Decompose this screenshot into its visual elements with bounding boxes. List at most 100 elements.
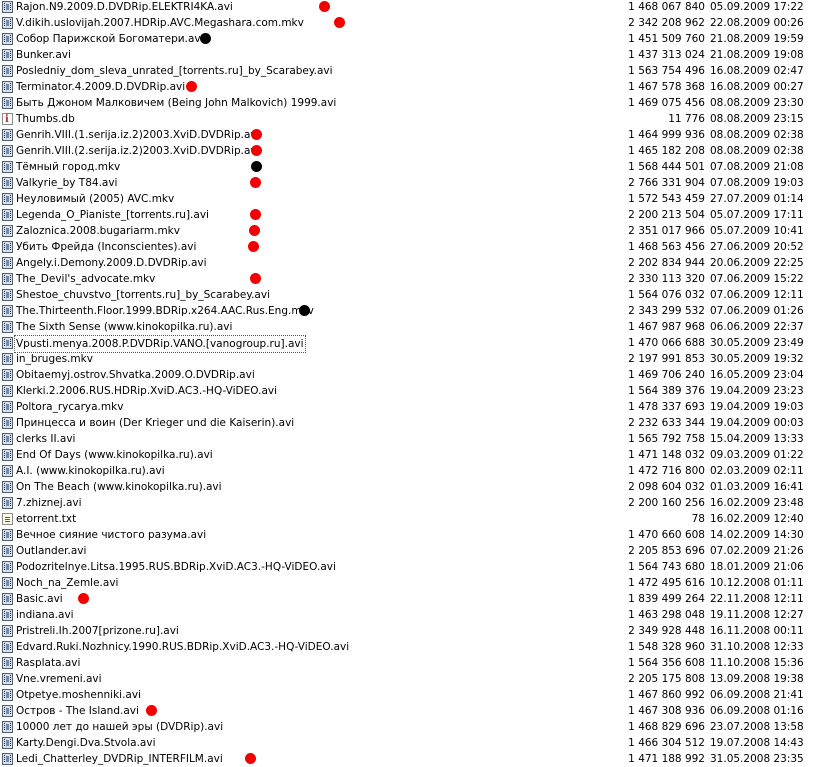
video-file-icon bbox=[2, 609, 13, 621]
file-row[interactable]: Legenda_O_Pianiste_[torrents.ru].avi 2 20… bbox=[0, 207, 819, 223]
file-row[interactable]: Podozritelnye.Litsa.1995.RUS.BDRip.XviD.… bbox=[0, 559, 819, 575]
video-file-icon bbox=[2, 33, 13, 45]
file-row[interactable]: End Of Days (www.kinokopilka.ru).avi 1 47… bbox=[0, 447, 819, 463]
red-marker-dot bbox=[250, 177, 261, 188]
file-row[interactable]: Убить Фрейда (Inconscientes).avi 1 468 56… bbox=[0, 239, 819, 255]
file-name: etorrent.txt bbox=[16, 513, 77, 525]
file-size: 2 200 160 256 bbox=[628, 497, 705, 509]
file-size: 1 464 999 936 bbox=[628, 129, 705, 141]
file-date: 31.05.2008 23:35 bbox=[710, 753, 804, 765]
file-name: Posledniy_dom_sleva_unrated_[torrents.ru… bbox=[16, 65, 333, 77]
video-file-icon bbox=[2, 705, 13, 717]
file-row[interactable]: in_bruges.mkv 2 197 991 853 30.05.2009 19:… bbox=[0, 351, 819, 367]
file-date: 21.08.2009 19:08 bbox=[710, 49, 804, 61]
file-row[interactable]: Thumbs.db 11 776 08.08.2009 23:15 bbox=[0, 111, 819, 128]
file-row[interactable]: Poltora_rycarya.mkv 1 478 337 693 19.04.20… bbox=[0, 399, 819, 415]
file-row[interactable]: V.dikih.uslovijah.2007.HDRip.AVC.Megasha… bbox=[0, 15, 819, 31]
file-size: 1 572 543 459 bbox=[628, 193, 705, 205]
file-row[interactable]: Принцесса и воин (Der Krieger und die Ka… bbox=[0, 415, 819, 431]
file-name: The_Devil's_advocate.mkv bbox=[16, 273, 156, 285]
file-row[interactable]: Edvard.Ruki.Nozhnicy.1990.RUS.BDRip.XviD… bbox=[0, 639, 819, 655]
file-size: 2 205 853 696 bbox=[628, 545, 705, 557]
file-date: 16.11.2008 00:11 bbox=[710, 625, 804, 637]
video-file-icon bbox=[2, 641, 13, 653]
video-file-icon bbox=[2, 593, 13, 605]
file-size: 2 349 928 448 bbox=[628, 625, 705, 637]
file-name: End Of Days (www.kinokopilka.ru).avi bbox=[16, 449, 213, 461]
file-row[interactable]: indiana.avi 1 463 298 048 19.11.2008 12:27 bbox=[0, 607, 819, 623]
file-row[interactable]: Shestoe_chuvstvo_[torrents.ru]_by_Scarab… bbox=[0, 287, 819, 303]
video-file-icon bbox=[2, 625, 13, 637]
file-name: Собор Парижской Богоматери.avi bbox=[16, 33, 204, 45]
file-name: Thumbs.db bbox=[16, 113, 75, 125]
file-row[interactable]: Вечное сияние чистого разума.avi 1 470 66… bbox=[0, 527, 819, 543]
file-date: 11.10.2008 15:36 bbox=[710, 657, 804, 669]
file-date: 23.07.2008 13:58 bbox=[710, 721, 804, 733]
file-row[interactable]: Остров - The Island.avi 1 467 308 936 06.0… bbox=[0, 703, 819, 719]
file-row[interactable]: On The Beach (www.kinokopilka.ru).avi 2 0… bbox=[0, 479, 819, 495]
video-file-icon bbox=[2, 241, 13, 253]
file-name: Angely.i.Demony.2009.D.DVDRip.avi bbox=[16, 257, 207, 269]
file-row[interactable]: Vne.vremeni.avi 2 205 175 808 13.09.2008 1… bbox=[0, 671, 819, 687]
file-row[interactable]: Vpusti.menya.2008.P.DVDRip.VANO.[vanogro… bbox=[0, 335, 819, 353]
file-row[interactable]: The.Thirteenth.Floor.1999.BDRip.x264.AAC… bbox=[0, 303, 819, 319]
file-row[interactable]: The Sixth Sense (www.kinokopilka.ru).avi… bbox=[0, 319, 819, 335]
file-row[interactable]: Rajon.N9.2009.D.DVDRip.ELEKTRI4KA.avi 1 4… bbox=[0, 0, 819, 15]
file-row[interactable]: Basic.avi 1 839 499 264 22.11.2008 12:11 bbox=[0, 591, 819, 607]
file-name: Otpetye.moshenniki.avi bbox=[16, 689, 142, 701]
file-name: Poltora_rycarya.mkv bbox=[16, 401, 124, 413]
file-name: Podozritelnye.Litsa.1995.RUS.BDRip.XviD.… bbox=[16, 561, 336, 573]
file-row[interactable]: Noch_na_Zemle.avi 1 472 495 616 10.12.2008… bbox=[0, 575, 819, 591]
file-row[interactable]: Genrih.VIII.(2.serija.iz.2)2003.XviD.DVD… bbox=[0, 143, 819, 159]
file-row[interactable]: Valkyrie_by T84.avi 2 766 331 904 07.08.20… bbox=[0, 175, 819, 191]
file-row[interactable]: Outlander.avi 2 205 853 696 07.02.2009 21:… bbox=[0, 543, 819, 559]
file-size: 1 471 148 032 bbox=[628, 449, 705, 461]
video-file-icon bbox=[2, 145, 13, 157]
file-name: V.dikih.uslovijah.2007.HDRip.AVC.Megasha… bbox=[16, 17, 304, 29]
red-marker-dot bbox=[251, 129, 262, 140]
file-row[interactable]: Собор Парижской Богоматери.avi 1 451 509 … bbox=[0, 31, 819, 47]
file-size: 1 565 792 758 bbox=[628, 433, 705, 445]
file-row[interactable]: Klerki.2.2006.RUS.HDRip.XviD.AC3.-HQ-ViD… bbox=[0, 383, 819, 399]
file-row[interactable]: Angely.i.Demony.2009.D.DVDRip.avi 2 202 8… bbox=[0, 255, 819, 271]
file-name: Genrih.VIII.(2.serija.iz.2)2003.XviD.DVD… bbox=[16, 145, 260, 157]
file-size: 1 471 188 992 bbox=[628, 753, 705, 765]
video-file-icon bbox=[2, 721, 13, 733]
file-date: 10.12.2008 01:11 bbox=[710, 577, 804, 589]
file-size: 1 437 313 024 bbox=[628, 49, 705, 61]
video-file-icon bbox=[2, 1, 13, 13]
file-row[interactable]: Ledi_Chatterley_DVDRip_INTERFILM.avi 1 47… bbox=[0, 751, 819, 767]
file-row[interactable]: Rasplata.avi 1 564 356 608 11.10.2008 15:3… bbox=[0, 655, 819, 671]
file-row[interactable]: Тёмный город.mkv 1 568 444 501 07.08.2009 … bbox=[0, 159, 819, 175]
file-size: 1 469 706 240 bbox=[628, 369, 705, 381]
file-date: 16.05.2009 23:04 bbox=[710, 369, 804, 381]
file-row[interactable]: Быть Джоном Малковичем (Being John Malko… bbox=[0, 95, 819, 111]
file-row[interactable]: A.I. (www.kinokopilka.ru).avi 1 472 716 8… bbox=[0, 463, 819, 479]
video-file-icon bbox=[2, 385, 13, 397]
file-row[interactable]: Terminator.4.2009.D.DVDRip.avi 1 467 578 … bbox=[0, 79, 819, 95]
file-row[interactable]: 7.zhiznej.avi 2 200 160 256 16.02.2009 23:… bbox=[0, 495, 819, 511]
video-file-icon bbox=[2, 289, 13, 301]
text-file-icon bbox=[2, 513, 13, 525]
file-row[interactable]: Obitaemyj.ostrov.Shvatka.2009.O.DVDRip.a… bbox=[0, 367, 819, 383]
file-row[interactable]: clerks II.avi 1 565 792 758 15.04.2009 13:… bbox=[0, 431, 819, 447]
video-file-icon bbox=[2, 689, 13, 701]
file-row[interactable]: The_Devil's_advocate.mkv 2 330 113 320 07.… bbox=[0, 271, 819, 287]
file-row[interactable]: Zaloznica.2008.bugariarm.mkv 2 351 017 96… bbox=[0, 223, 819, 239]
file-row[interactable]: Bunker.avi 1 437 313 024 21.08.2009 19:08 bbox=[0, 47, 819, 63]
file-row[interactable]: Otpetye.moshenniki.avi 1 467 860 992 06.09… bbox=[0, 687, 819, 703]
file-row[interactable]: Неуловимый (2005) AVC.mkv 1 572 543 459 27… bbox=[0, 191, 819, 207]
file-row[interactable]: Posledniy_dom_sleva_unrated_[torrents.ru… bbox=[0, 63, 819, 79]
file-date: 20.06.2009 22:25 bbox=[710, 257, 804, 269]
db-file-icon bbox=[2, 112, 13, 128]
file-date: 14.02.2009 14:30 bbox=[710, 529, 804, 541]
file-row[interactable]: Pristreli.Ih.2007[prizone.ru].avi 2 349 9… bbox=[0, 623, 819, 639]
file-row[interactable]: etorrent.txt 78 16.02.2009 12:40 bbox=[0, 511, 819, 527]
file-row[interactable]: Karty.Dengi.Dva.Stvola.avi 1 466 304 512 1… bbox=[0, 735, 819, 751]
file-size: 2 232 633 344 bbox=[628, 417, 705, 429]
file-date: 21.08.2009 19:59 bbox=[710, 33, 804, 45]
red-marker-dot bbox=[146, 705, 157, 716]
file-row[interactable]: Genrih.VIII.(1.serija.iz.2)2003.XviD.DVD… bbox=[0, 127, 819, 143]
file-size: 1 463 298 048 bbox=[628, 609, 705, 621]
file-row[interactable]: 10000 лет до нашей эры (DVDRip).avi 1 468… bbox=[0, 719, 819, 735]
